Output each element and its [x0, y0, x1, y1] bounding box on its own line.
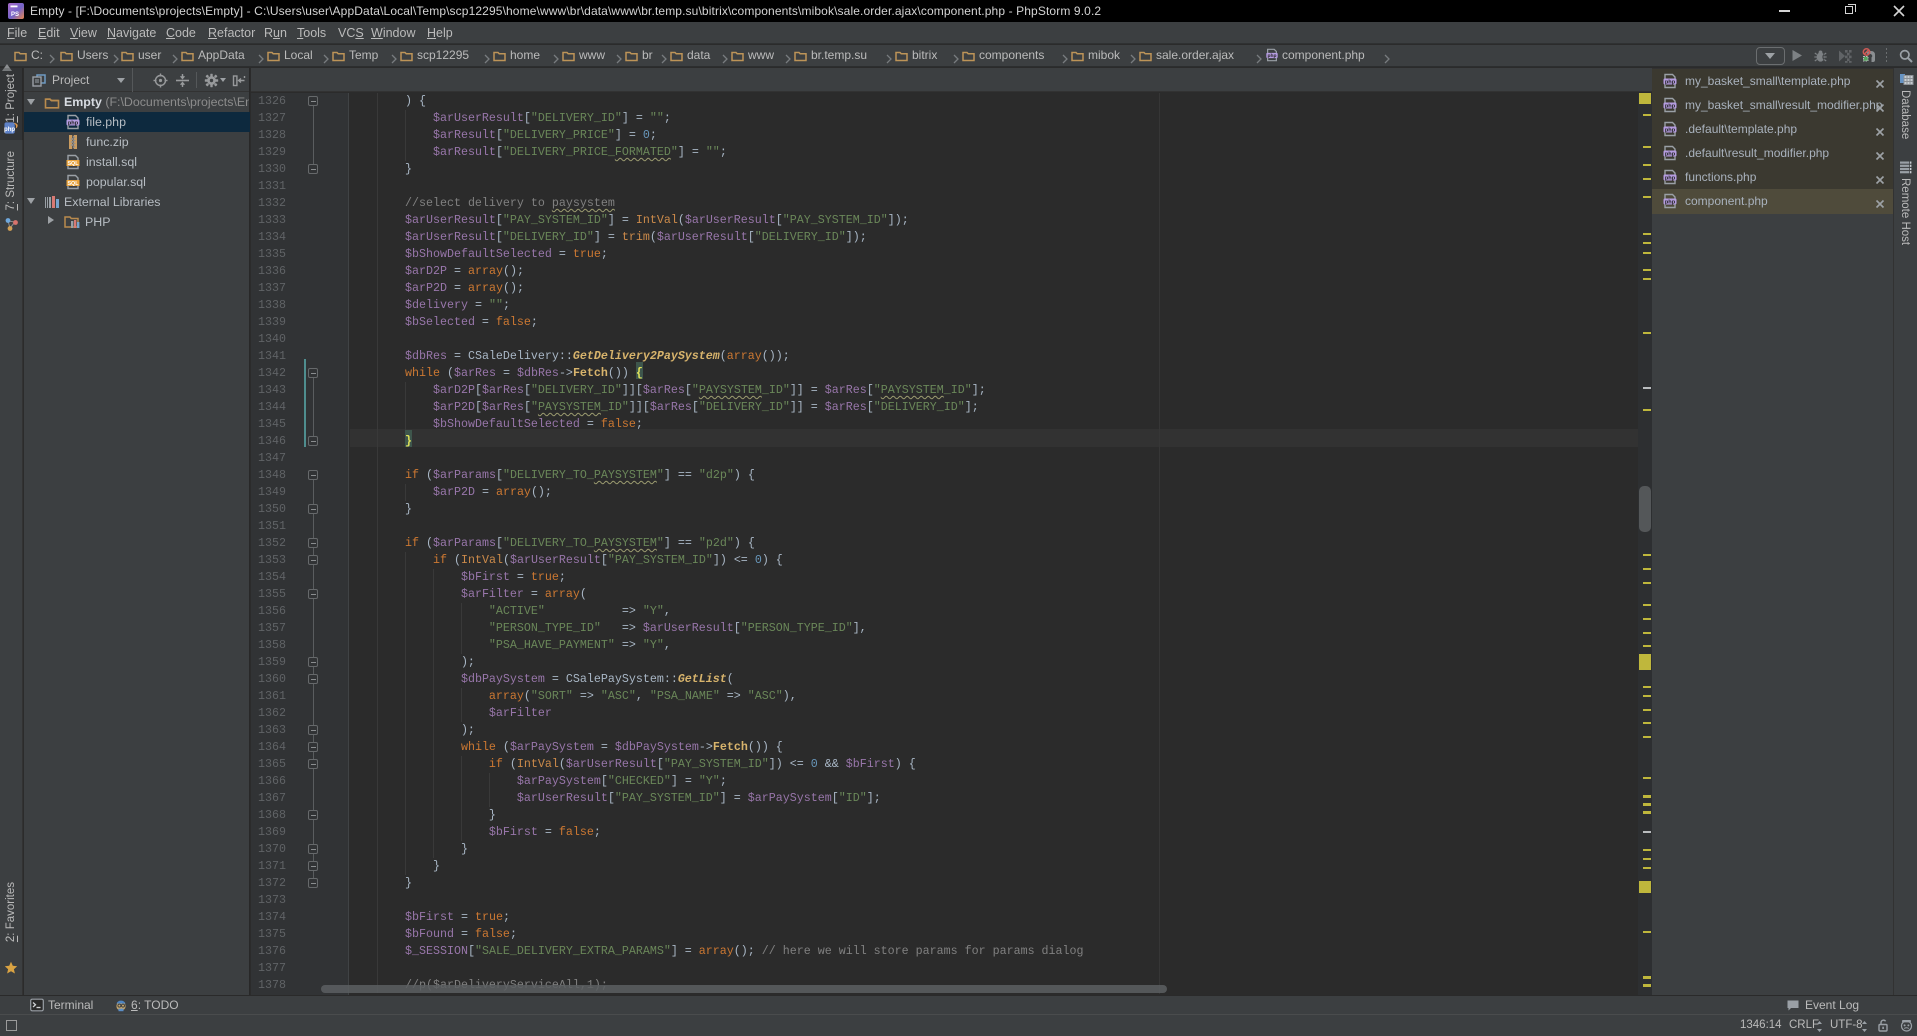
svg-text:php: php [1268, 53, 1277, 59]
svg-text:php: php [1665, 103, 1676, 109]
svg-text:php: php [1665, 79, 1676, 85]
svg-text:php: php [1665, 199, 1676, 205]
svg-text:php: php [1665, 175, 1676, 181]
svg-text:SQL: SQL [67, 161, 79, 167]
svg-text:PS: PS [11, 12, 19, 18]
svg-text:php: php [4, 127, 15, 133]
svg-text:php: php [1665, 151, 1676, 157]
svg-text:php: php [68, 120, 79, 126]
svg-text:SQL: SQL [67, 181, 79, 187]
svg-text:php: php [1665, 127, 1676, 133]
